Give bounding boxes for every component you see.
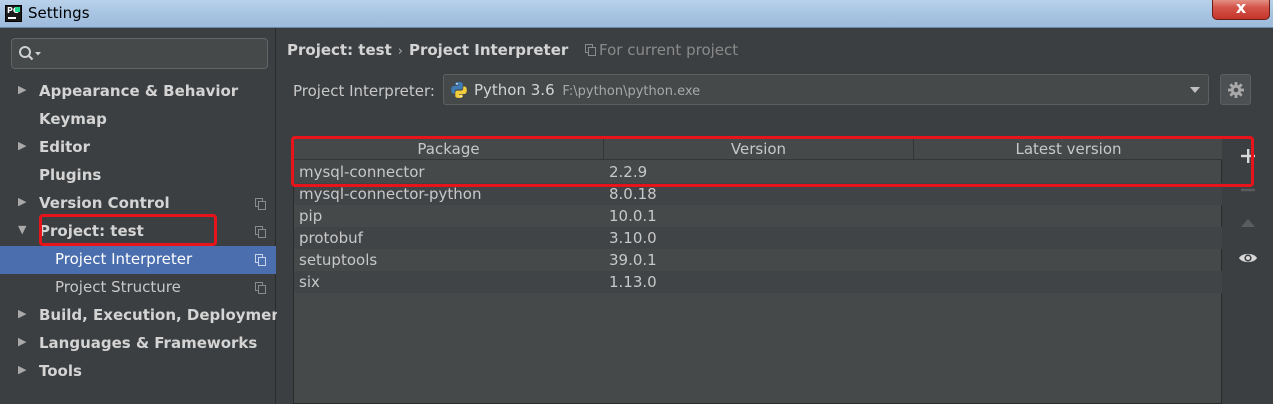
expand-arrow-icon: ▶	[18, 139, 27, 152]
table-row[interactable]: setuptools 39.0.1	[294, 249, 1223, 271]
table-row[interactable]: pip 10.0.1	[294, 205, 1223, 227]
pycharm-app-icon: PC	[5, 5, 22, 22]
sidebar-item-plugins[interactable]: Plugins	[0, 162, 276, 190]
table-row[interactable]: protobuf 3.10.0	[294, 227, 1223, 249]
package-version: 10.0.1	[609, 207, 657, 225]
project-scope-icon	[255, 282, 266, 294]
project-scope-icon	[255, 198, 266, 210]
project-scope-icon	[255, 226, 266, 238]
breadcrumb-project: Project: test	[287, 41, 392, 59]
close-button[interactable]: x	[1212, 0, 1270, 20]
interpreter-name: Python 3.6	[474, 81, 555, 99]
title-bar: PC Settings x	[0, 0, 1273, 28]
window-title: Settings	[28, 4, 90, 22]
breadcrumb: Project: test › Project Interpreter	[287, 41, 568, 59]
interpreter-dropdown[interactable]: Python 3.6 F:\python\python.exe	[443, 74, 1209, 105]
sidebar-item-languages-frameworks[interactable]: ▶ Languages & Frameworks	[0, 330, 276, 358]
package-name: setuptools	[299, 251, 378, 269]
expand-arrow-icon: ▶	[18, 83, 27, 96]
eye-icon[interactable]	[1238, 248, 1258, 268]
chevron-down-icon	[1190, 87, 1200, 93]
project-scope-icon	[255, 254, 266, 266]
search-icon	[19, 46, 41, 61]
package-version: 1.13.0	[609, 273, 657, 291]
python-icon	[451, 82, 467, 98]
expand-arrow-icon: ▶	[18, 195, 27, 208]
highlight-box-package-row	[291, 136, 1254, 187]
breadcrumb-separator: ›	[397, 44, 403, 59]
package-version: 39.0.1	[609, 251, 657, 269]
expand-arrow-icon: ▶	[18, 363, 27, 376]
settings-main-panel: Project: test › Project Interpreter For cu…	[277, 28, 1273, 404]
upgrade-package-button[interactable]	[1238, 214, 1258, 234]
sidebar-item-appearance-behavior[interactable]: ▶ Appearance & Behavior	[0, 78, 276, 106]
interpreter-settings-button[interactable]	[1220, 74, 1251, 105]
project-scope-icon	[585, 44, 596, 56]
package-version: 3.10.0	[609, 229, 657, 247]
sidebar-item-editor[interactable]: ▶ Editor	[0, 134, 276, 162]
scope-note-text: For current project	[599, 41, 739, 59]
sidebar-item-project-interpreter[interactable]: Project Interpreter	[0, 246, 276, 274]
table-row[interactable]: six 1.13.0	[294, 271, 1223, 293]
expand-arrow-icon: ▶	[18, 307, 27, 320]
expand-arrow-icon: ▶	[18, 335, 27, 348]
sidebar-item-tools[interactable]: ▶ Tools	[0, 358, 276, 386]
package-version: 8.0.18	[609, 185, 657, 203]
package-name: pip	[299, 207, 323, 225]
sidebar-item-project-structure[interactable]: Project Structure	[0, 274, 276, 302]
gear-icon	[1228, 82, 1244, 98]
sidebar-item-build-execution-deployment[interactable]: ▶ Build, Execution, Deployment	[0, 302, 289, 330]
package-name: protobuf	[299, 229, 363, 247]
breadcrumb-page: Project Interpreter	[408, 41, 569, 59]
sidebar-item-keymap[interactable]: Keymap	[0, 106, 276, 134]
package-name: mysql-connector-python	[299, 185, 482, 203]
interpreter-path: F:\python\python.exe	[562, 84, 701, 99]
collapse-arrow-icon: ▼	[18, 223, 27, 236]
highlight-box-interpreter-item	[39, 214, 217, 246]
interpreter-label: Project Interpreter:	[293, 82, 435, 100]
package-name: six	[299, 273, 320, 291]
settings-search-input[interactable]	[11, 38, 268, 69]
scope-note: For current project	[585, 41, 738, 59]
